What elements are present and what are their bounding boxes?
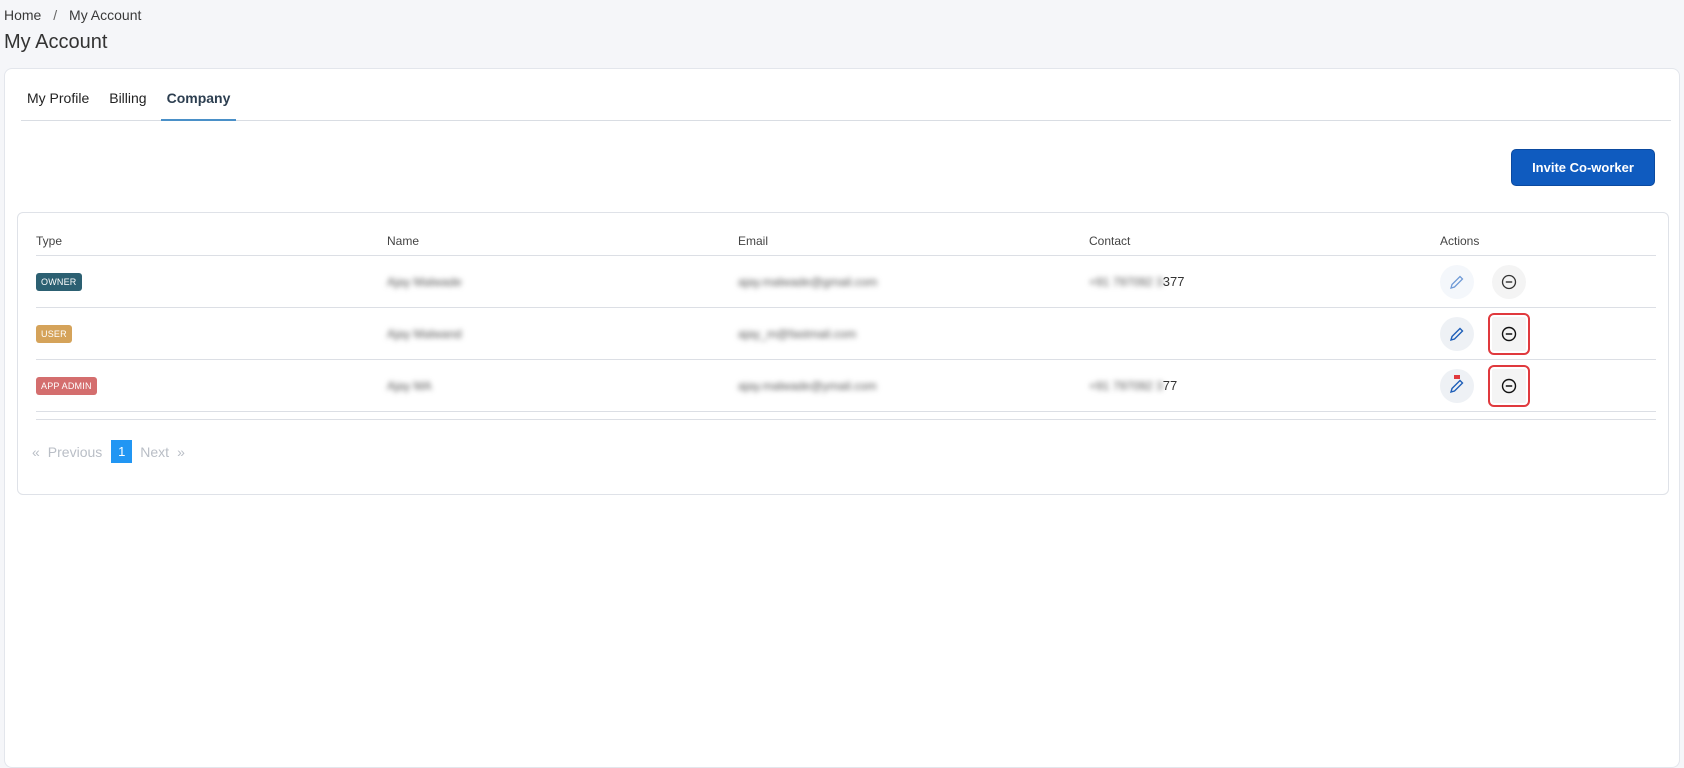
edit-button[interactable] [1440,368,1474,403]
user-name: Ajay Malwade [387,274,462,289]
cursor-marker [1454,374,1460,379]
pagination: « Previous 1 Next » [32,440,185,463]
user-email: ajay.malwade@gmail.com [738,274,878,289]
minus-circle-icon [1501,326,1517,341]
minus-circle-icon [1501,378,1517,393]
table-header: Type Name Email Contact Actions [36,227,1656,256]
breadcrumb: Home / My Account [4,7,141,23]
header-contact: Contact [1089,234,1131,248]
next-page-button[interactable]: Next » [140,444,185,460]
pencil-icon [1449,379,1464,393]
breadcrumb-home-link[interactable]: Home [4,7,41,23]
account-card: My Profile Billing Company Invite Co-wor… [4,68,1680,768]
user-contact: +91 797092 377 [1089,378,1440,393]
row-actions [1440,364,1656,407]
invite-coworker-button[interactable]: Invite Co-worker [1511,149,1655,186]
user-name: Ajay MA [387,378,432,393]
type-badge: USER [36,324,72,343]
table-row: OWNER Ajay Malwade ajay.malwade@gmail.co… [36,256,1656,308]
pencil-icon [1449,327,1464,341]
type-badge: OWNER [36,272,82,291]
page-title: My Account [4,31,108,53]
remove-button[interactable] [1492,264,1526,299]
table-row: APP ADMIN Ajay MA ajay.malwade@ymail.com… [36,360,1656,412]
user-name: Ajay Malwand [387,326,462,341]
prev-arrow: « [32,443,40,460]
remove-button[interactable] [1488,364,1530,407]
users-table: Type Name Email Contact Actions OWNER Aj… [17,212,1669,495]
next-arrow: » [177,443,185,460]
tab-billing[interactable]: Billing [103,83,152,121]
minus-circle-icon [1501,274,1517,289]
header-email: Email [738,234,769,248]
user-email: ajay_m@fastmail.com [738,326,857,341]
edit-button[interactable] [1440,264,1474,299]
tab-my-profile[interactable]: My Profile [21,83,95,121]
user-contact: +91 797092 3377 [1089,274,1440,289]
remove-button[interactable] [1488,312,1530,355]
page-number-button[interactable]: 1 [111,440,133,463]
header-actions: Actions [1440,234,1480,248]
table-row: USER Ajay Malwand ajay_m@fastmail.com [36,308,1656,360]
header-type: Type [36,234,63,248]
contact-hidden: +91 797092 3 [1089,379,1163,393]
breadcrumb-current: My Account [69,7,142,23]
account-tabs: My Profile Billing Company [21,83,1671,121]
row-actions [1440,264,1656,299]
pencil-icon [1450,275,1464,289]
next-label: Next [140,443,170,460]
header-name: Name [387,234,420,248]
contact-visible: 377 [1162,274,1185,289]
prev-label: Previous [47,443,103,460]
previous-page-button[interactable]: « Previous [32,444,102,460]
breadcrumb-separator: / [53,7,58,23]
type-badge: APP ADMIN [36,376,97,395]
tab-company[interactable]: Company [160,83,237,121]
edit-button[interactable] [1440,316,1474,351]
user-email: ajay.malwade@ymail.com [738,378,877,393]
contact-hidden: +91 797092 3 [1089,275,1163,289]
contact-visible: 77 [1162,378,1178,393]
row-actions [1440,312,1656,355]
table-bottom-divider [36,419,1656,420]
